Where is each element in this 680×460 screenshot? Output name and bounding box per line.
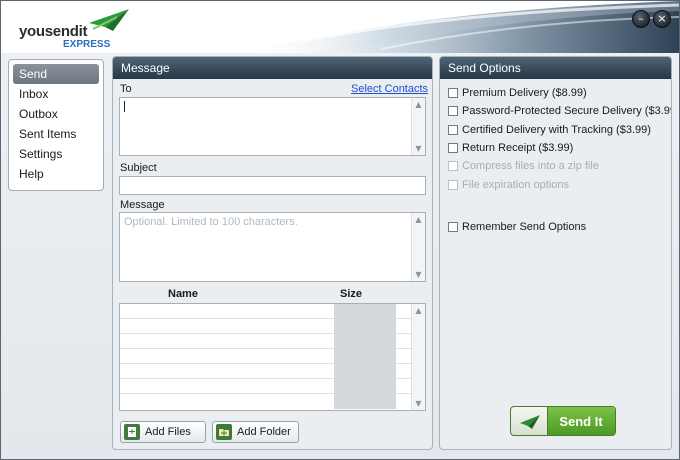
table-row (120, 364, 412, 379)
nav-item-settings[interactable]: Settings (13, 144, 99, 164)
add-file-icon (124, 424, 140, 440)
subject-field[interactable] (119, 176, 426, 195)
select-contacts-link[interactable]: Select Contacts (351, 83, 428, 95)
paper-plane-logo-icon (89, 9, 129, 31)
send-it-label: Send It (559, 414, 603, 429)
table-row (120, 304, 412, 319)
sidebar-nav: Send Inbox Outbox Sent Items Settings He… (8, 59, 104, 191)
file-table[interactable]: Name Size ▲ ▼ (119, 288, 426, 411)
table-row (120, 349, 412, 364)
to-field[interactable]: ▲ ▼ (119, 97, 426, 156)
add-files-button[interactable]: Add Files (120, 421, 206, 443)
scroll-down-icon[interactable]: ▼ (413, 143, 424, 154)
checkbox[interactable] (448, 222, 458, 232)
nav-item-help[interactable]: Help (13, 164, 99, 184)
add-folder-button[interactable]: Add Folder (212, 421, 299, 443)
checkbox[interactable] (448, 143, 458, 153)
scroll-up-icon[interactable]: ▲ (413, 305, 424, 316)
send-options-panel: Send Options Premium Delivery ($8.99) Pa… (439, 56, 672, 450)
message-placeholder: Optional. Limited to 100 characters. (124, 216, 298, 228)
send-it-button[interactable]: Send It (510, 406, 616, 436)
table-row (120, 379, 412, 394)
add-files-label: Add Files (145, 426, 191, 438)
file-table-scrollbar[interactable]: ▲ ▼ (411, 304, 425, 410)
nav-item-inbox[interactable]: Inbox (13, 84, 99, 104)
table-row (120, 334, 412, 349)
text-caret (124, 101, 125, 112)
table-row (120, 394, 412, 409)
yousendit-logo: yousendit EXPRESS (19, 9, 139, 51)
brand-subtitle: EXPRESS (63, 39, 111, 50)
message-panel-title: Message (113, 57, 432, 79)
column-header-name[interactable]: Name (168, 288, 198, 300)
to-field-scrollbar[interactable]: ▲ ▼ (411, 98, 425, 155)
message-field[interactable]: Optional. Limited to 100 characters. ▲ ▼ (119, 212, 426, 282)
checkbox[interactable] (448, 125, 458, 135)
checkbox (448, 180, 458, 190)
message-panel: Message To Select Contacts ▲ ▼ Subject M… (112, 56, 433, 450)
scroll-down-icon[interactable]: ▼ (413, 269, 424, 280)
scroll-up-icon[interactable]: ▲ (413, 214, 424, 225)
column-header-size[interactable]: Size (340, 288, 362, 300)
scroll-down-icon[interactable]: ▼ (413, 398, 424, 409)
nav-item-sent-items[interactable]: Sent Items (13, 124, 99, 144)
subject-label: Subject (120, 162, 157, 174)
checkbox[interactable] (448, 106, 458, 116)
minimize-button[interactable]: – (632, 10, 650, 28)
paper-plane-icon (520, 415, 540, 429)
checkbox[interactable] (448, 88, 458, 98)
table-row (120, 319, 412, 334)
brand-name: yousendit (19, 23, 88, 40)
nav-item-outbox[interactable]: Outbox (13, 104, 99, 124)
nav-item-send[interactable]: Send (13, 64, 99, 84)
app-header: yousendit EXPRESS – × (1, 1, 679, 53)
message-label: Message (120, 199, 165, 211)
add-folder-label: Add Folder (237, 426, 291, 438)
scroll-up-icon[interactable]: ▲ (413, 99, 424, 110)
checkbox (448, 161, 458, 171)
to-label: To (120, 83, 132, 95)
add-folder-icon (216, 424, 232, 440)
message-field-scrollbar[interactable]: ▲ ▼ (411, 213, 425, 281)
close-button[interactable]: × (653, 10, 671, 28)
app-window: yousendit EXPRESS – × Send Inbox Outbox … (0, 0, 680, 460)
send-options-title: Send Options (440, 57, 671, 79)
